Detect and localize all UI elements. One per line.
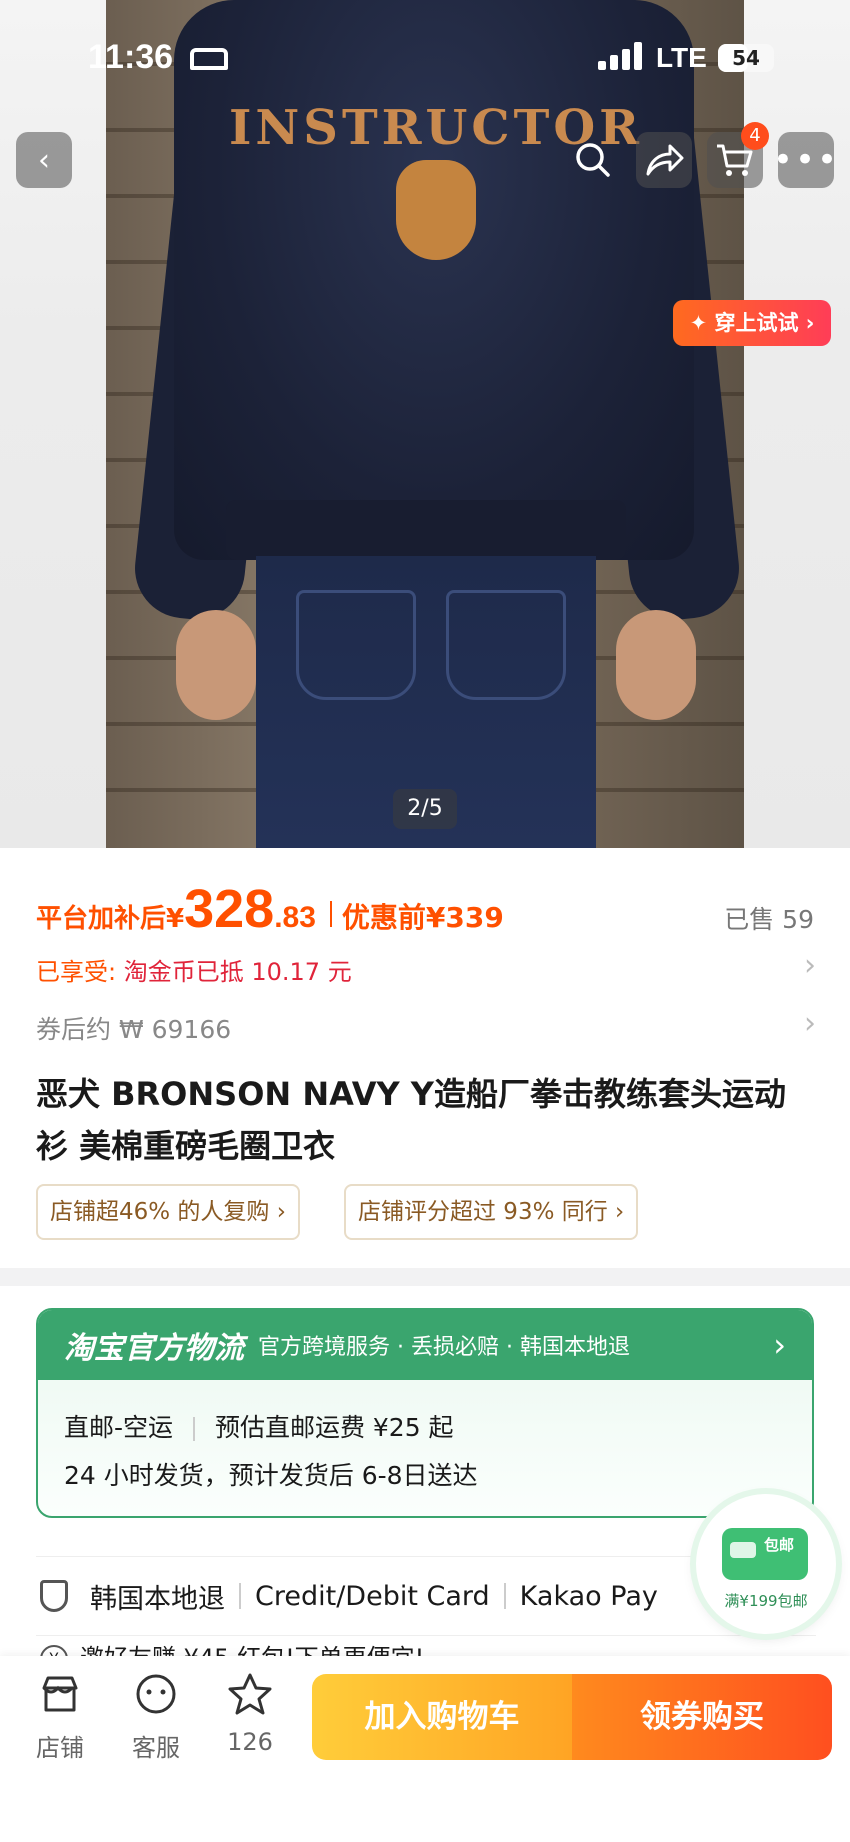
shipping-method: 直邮-空运	[64, 1413, 174, 1442]
photo-pocket-right	[446, 590, 566, 700]
chevron-right-icon: ›	[804, 1006, 816, 1041]
store-rating-tag[interactable]: 店铺评分超过 93% 同行 ›	[344, 1184, 639, 1240]
service-label: 客服	[132, 1734, 180, 1762]
service-item: 韩国本地退	[90, 1583, 225, 1615]
battery-level: 54	[732, 46, 760, 70]
shipping-method-line: 直邮-空运 预估直邮运费 ¥25 起	[64, 1408, 454, 1444]
divider	[503, 1583, 506, 1609]
favorite-button[interactable]: 126	[210, 1672, 290, 1756]
logistics-brand: 淘宝官方物流	[64, 1331, 244, 1366]
bottom-action-bar: 店铺 客服 126 加入购物车 领券购买	[0, 1656, 850, 1842]
more-dots-icon: •••	[772, 140, 840, 180]
shipping-fee: 预估直邮运费 ¥25 起	[214, 1413, 454, 1442]
free-shipping-text: 满¥199包邮	[724, 1592, 808, 1610]
buy-with-coupon-button[interactable]: 领券购买	[572, 1674, 832, 1760]
back-button[interactable]: ‹	[16, 132, 72, 188]
product-photo: INSTRUCTOR	[106, 0, 744, 848]
price-divider	[329, 901, 332, 927]
image-counter: 2/5	[393, 789, 457, 829]
network-type: LTE	[656, 42, 707, 73]
price-prefix: 平台加补后¥	[36, 904, 185, 934]
photo-pocket-left	[296, 590, 416, 700]
store-button[interactable]: 店铺	[20, 1672, 100, 1763]
coupon-price-row[interactable]: 券后约 ₩ 69166 ›	[36, 1006, 816, 1046]
logistics-card[interactable]: 淘宝官方物流 官方跨境服务 · 丢损必赔 · 韩国本地退 › 直邮-空运 预估直…	[36, 1308, 814, 1518]
divider	[192, 1417, 195, 1441]
add-to-cart-button[interactable]: 加入购物车	[312, 1674, 572, 1760]
product-image-carousel[interactable]: INSTRUCTOR 2/5	[0, 0, 850, 848]
repurchase-tag[interactable]: 店铺超46% 的人复购 ›	[36, 1184, 300, 1240]
product-page: INSTRUCTOR 2/5 11:36 LTE 54 ‹ 4 ••• ✦ 穿上…	[0, 0, 850, 1842]
product-info-section: 平台加补后¥ 328 .83 优惠前¥339 已售 59 已享受: 淘金币已抵 …	[0, 848, 850, 1268]
store-icon	[20, 1672, 100, 1728]
coin-discount-row[interactable]: 已享受: 淘金币已抵 10.17 元 ›	[36, 948, 816, 987]
truck-window	[730, 1542, 756, 1558]
favorite-count: 126	[227, 1728, 273, 1756]
logistics-header: 淘宝官方物流 官方跨境服务 · 丢损必赔 · 韩国本地退 ›	[38, 1310, 812, 1380]
coupon-price: 券后约 ₩ 69166	[36, 1015, 232, 1044]
cart-button[interactable]: 4	[707, 122, 769, 188]
status-bar: 11:36 LTE 54	[0, 0, 850, 110]
logistics-subtitle: 官方跨境服务 · 丢损必赔 · 韩国本地退	[258, 1335, 630, 1360]
signal-icon	[598, 42, 642, 70]
product-title: 恶犬 BRONSON NAVY Y造船厂拳击教练套头运动衫 美棉重磅毛圈卫衣	[36, 1075, 786, 1165]
photo-left-hand	[176, 610, 256, 720]
photo-right-hand	[616, 610, 696, 720]
status-time: 11:36	[88, 38, 174, 76]
photo-sweater-hem	[226, 500, 626, 560]
star-icon	[210, 1672, 290, 1728]
price-integer: 328	[184, 879, 275, 939]
price-decimal: .83	[274, 901, 316, 934]
service-item: Kakao Pay	[519, 1580, 658, 1612]
divider	[239, 1583, 241, 1609]
search-icon	[576, 143, 610, 177]
truck-label: 包邮	[764, 1536, 795, 1554]
sold-count: 已售 59	[724, 905, 814, 934]
service-face-icon	[116, 1672, 196, 1728]
price-row: 平台加补后¥ 328 .83 优惠前¥339	[36, 878, 504, 939]
share-icon	[646, 144, 684, 176]
coin-label: 已享受:	[36, 958, 117, 986]
sleep-mode-icon	[190, 48, 228, 70]
try-on-button[interactable]: ✦ 穿上试试 ›	[673, 300, 831, 346]
chevron-right-icon: ›	[804, 948, 816, 983]
battery-icon: 54	[718, 44, 774, 72]
more-button[interactable]: •••	[773, 132, 837, 188]
shield-icon	[40, 1580, 68, 1612]
cart-count-badge: 4	[741, 122, 769, 150]
search-button[interactable]	[565, 132, 621, 188]
delivery-estimate: 24 小时发货，预计发货后 6-8日送达	[64, 1461, 478, 1490]
chevron-right-icon: ›	[773, 1326, 786, 1364]
coin-value: 淘金币已抵 10.17 元	[123, 958, 352, 986]
free-shipping-float[interactable]: 包邮 满¥199包邮	[696, 1494, 836, 1634]
store-label: 店铺	[36, 1734, 84, 1762]
original-price: 优惠前¥339	[341, 901, 504, 934]
service-item: Credit/Debit Card	[255, 1580, 490, 1612]
share-button[interactable]	[636, 132, 692, 188]
chevron-left-icon: ‹	[38, 142, 50, 178]
boxing-glove-print	[396, 160, 476, 260]
customer-service-button[interactable]: 客服	[116, 1672, 196, 1763]
truck-icon: 包邮	[722, 1528, 808, 1580]
